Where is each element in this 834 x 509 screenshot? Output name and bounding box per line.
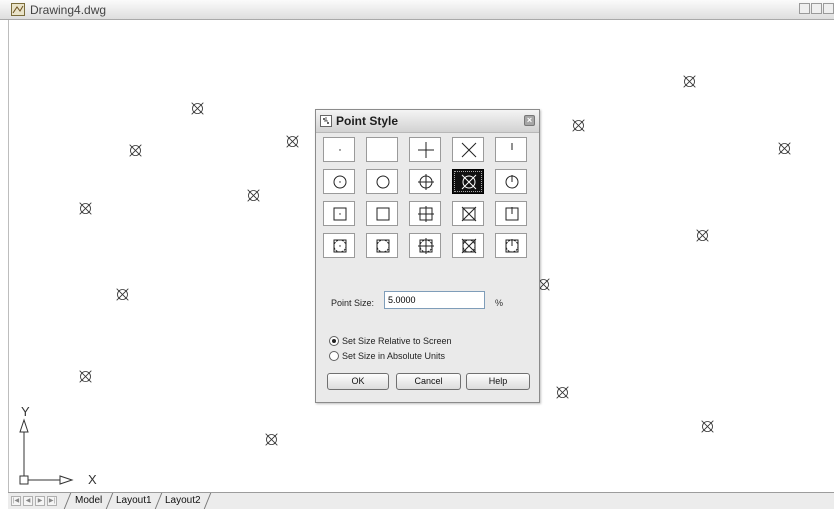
- tab-layout2[interactable]: Layout2: [165, 494, 201, 508]
- first-tab-icon[interactable]: |◀: [11, 496, 21, 506]
- drawing-point[interactable]: [246, 188, 261, 203]
- point-style-square-tick[interactable]: [495, 201, 527, 226]
- point-style-circle-none[interactable]: [366, 169, 398, 194]
- drawing-point[interactable]: [128, 143, 143, 158]
- dialog-title-bar[interactable]: Point Style ×: [316, 110, 539, 133]
- drawing-point[interactable]: [700, 419, 715, 434]
- point-style-circle-x[interactable]: [452, 169, 484, 194]
- point-style-square-none[interactable]: [366, 201, 398, 226]
- square-x-icon: [461, 206, 477, 222]
- radio-button[interactable]: [329, 336, 339, 346]
- point-style-circle-square-tick[interactable]: [495, 233, 527, 258]
- cancel-button[interactable]: Cancel: [396, 373, 461, 390]
- point-size-label: Point Size:: [331, 298, 375, 308]
- point-style-grid: [323, 137, 533, 258]
- last-tab-icon[interactable]: ▶|: [47, 496, 57, 506]
- circle-x-icon: [461, 174, 477, 190]
- prev-tab-icon[interactable]: ◀: [23, 496, 33, 506]
- circle-square-dot-icon: [333, 239, 347, 253]
- point-style-circle-square-dot[interactable]: [323, 233, 355, 258]
- help-button[interactable]: Help: [466, 373, 530, 390]
- point-style-square-dot[interactable]: [323, 201, 355, 226]
- point-style-tick[interactable]: [495, 137, 527, 162]
- drawing-point[interactable]: [78, 369, 93, 384]
- drawing-point[interactable]: [190, 101, 205, 116]
- point-style-none[interactable]: [366, 137, 398, 162]
- tab-separator: [105, 493, 114, 509]
- drawing-point[interactable]: [555, 385, 570, 400]
- point-style-dialog: Point Style × Point Size: % Set Size Rel…: [315, 109, 540, 403]
- point-style-square-plus[interactable]: [409, 201, 441, 226]
- circle-square-plus-icon: [418, 238, 434, 254]
- tab-separator: [63, 493, 72, 509]
- point-size-unit: %: [495, 298, 504, 308]
- point-style-circle-dot[interactable]: [323, 169, 355, 194]
- none-icon: [374, 141, 392, 159]
- point-size-input[interactable]: [384, 291, 485, 309]
- drawing-point[interactable]: [285, 134, 300, 149]
- plus-icon: [418, 142, 434, 158]
- layout-tab-bar: |◀ ◀ ▶ ▶| Model Layout1 Layout2: [8, 492, 834, 509]
- radio-button[interactable]: [329, 351, 339, 361]
- point-style-circle-square-x[interactable]: [452, 233, 484, 258]
- drawing-point[interactable]: [682, 74, 697, 89]
- close-icon[interactable]: [823, 3, 834, 14]
- square-none-icon: [376, 207, 390, 221]
- minimize-icon[interactable]: [799, 3, 810, 14]
- point-style-plus[interactable]: [409, 137, 441, 162]
- window-title-bar: Drawing4.dwg: [0, 0, 834, 20]
- window-title: Drawing4.dwg: [30, 3, 107, 17]
- drawing-point[interactable]: [78, 201, 93, 216]
- radio-label: Set Size in Absolute Units: [342, 351, 446, 361]
- circle-none-icon: [376, 175, 390, 189]
- tab-separator: [203, 493, 212, 509]
- point-style-circle-plus[interactable]: [409, 169, 441, 194]
- ucs-x-label: X: [88, 472, 97, 487]
- ucs-y-label: Y: [21, 404, 30, 419]
- point-style-circle-square-plus[interactable]: [409, 233, 441, 258]
- circle-square-x-icon: [461, 238, 477, 254]
- dialog-title: Point Style: [336, 114, 399, 128]
- tab-separator: [154, 493, 163, 509]
- drawing-point[interactable]: [571, 118, 586, 133]
- restore-icon[interactable]: [811, 3, 822, 14]
- square-dot-icon: [333, 207, 347, 221]
- drawing-file-icon: [11, 3, 25, 16]
- tick-icon: [511, 143, 513, 150]
- square-plus-icon: [418, 206, 434, 222]
- point-style-circle-square-none[interactable]: [366, 233, 398, 258]
- circle-tick-icon: [505, 175, 519, 189]
- x-icon: [461, 142, 477, 158]
- drawing-point[interactable]: [777, 141, 792, 156]
- drawing-point[interactable]: [115, 287, 130, 302]
- square-tick-icon: [505, 207, 519, 221]
- dot-icon: [339, 149, 341, 151]
- circle-dot-icon: [333, 175, 347, 189]
- circle-square-none-icon: [376, 239, 390, 253]
- circle-square-tick-icon: [505, 239, 519, 253]
- next-tab-icon[interactable]: ▶: [35, 496, 45, 506]
- point-style-icon: [320, 115, 332, 127]
- close-icon[interactable]: ×: [524, 115, 535, 126]
- point-style-x[interactable]: [452, 137, 484, 162]
- radio-label: Set Size Relative to Screen: [342, 336, 452, 346]
- drawing-point[interactable]: [264, 432, 279, 447]
- drawing-point[interactable]: [695, 228, 710, 243]
- circle-plus-icon: [418, 174, 434, 190]
- point-style-square-x[interactable]: [452, 201, 484, 226]
- tab-layout1[interactable]: Layout1: [116, 494, 152, 508]
- point-style-dot[interactable]: [323, 137, 355, 162]
- ok-button[interactable]: OK: [327, 373, 389, 390]
- tab-model[interactable]: Model: [75, 494, 102, 508]
- point-style-circle-tick[interactable]: [495, 169, 527, 194]
